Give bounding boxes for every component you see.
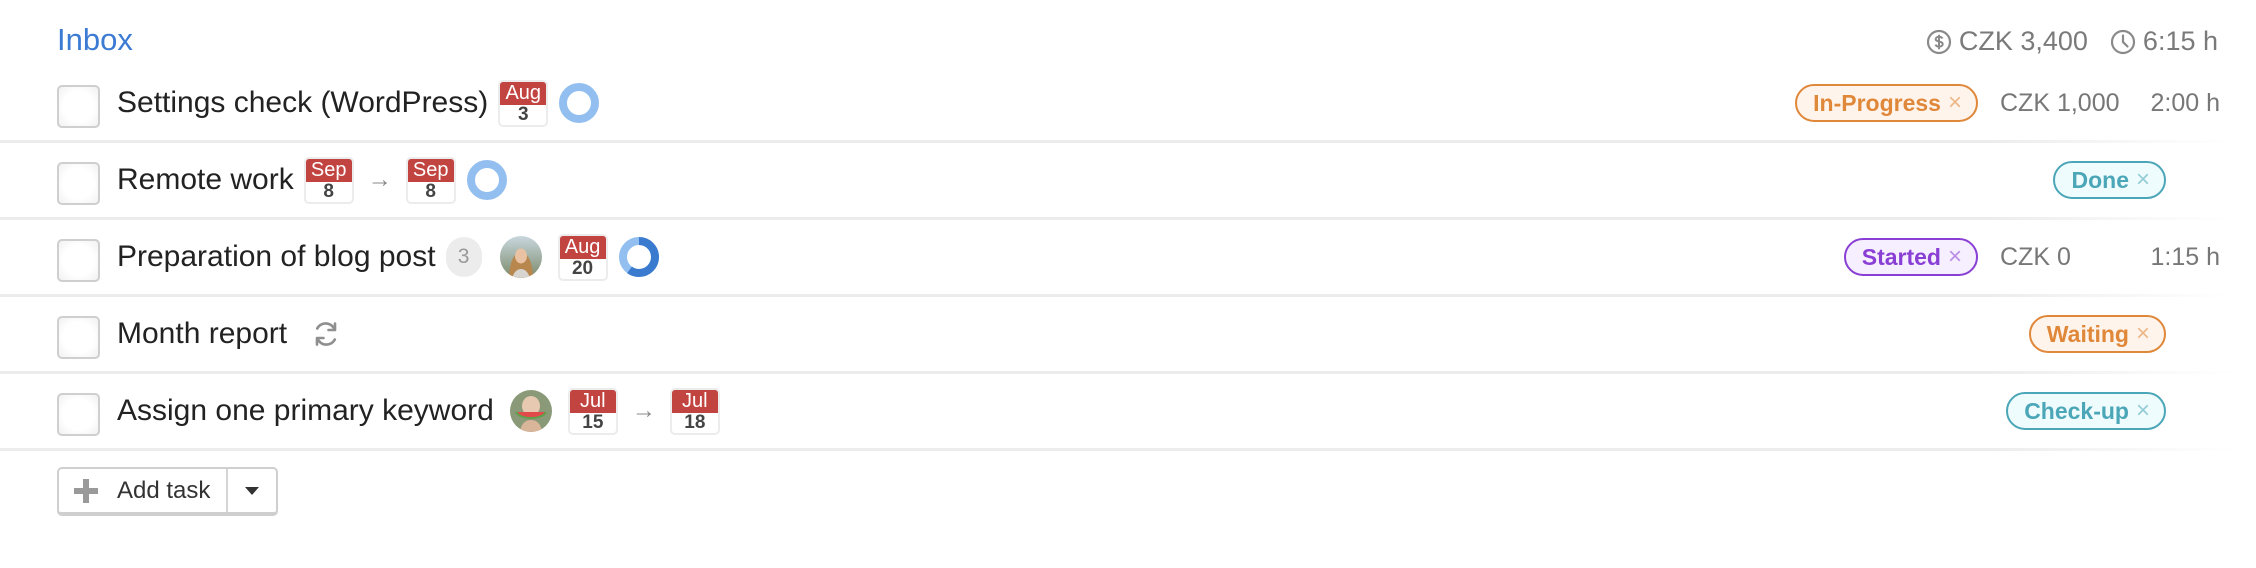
progress-ring-icon (466, 160, 507, 200)
remove-tag-icon[interactable]: × (2136, 166, 2150, 194)
status-tag[interactable]: Started × (1843, 238, 1978, 276)
status-tag-label: Started (1861, 243, 1941, 270)
plus-icon (74, 478, 98, 503)
task-meta: Done × (2053, 143, 2166, 217)
remove-tag-icon[interactable]: × (2136, 397, 2150, 425)
remove-tag-icon[interactable]: × (2136, 320, 2150, 348)
status-tag[interactable]: Waiting × (2028, 315, 2166, 353)
status-tag[interactable]: Check-up × (2006, 392, 2166, 430)
date-day: 8 (425, 180, 436, 202)
date-month: Sep (305, 158, 352, 182)
task-time: 2:00 h (2150, 88, 2220, 117)
assignee-avatar[interactable] (509, 390, 552, 432)
status-tag-label: In-Progress (1813, 89, 1941, 116)
task-title[interactable]: Settings check (WordPress) (117, 86, 488, 120)
comment-count-badge[interactable]: 3 (445, 237, 482, 277)
task-title[interactable]: Preparation of blog post (117, 240, 436, 274)
date-day: 20 (571, 257, 594, 279)
task-cost: CZK 1,000 (2000, 88, 2120, 117)
progress-ring-icon (618, 237, 659, 277)
task-row[interactable]: Remote work Sep 8 → Sep 8 Done × (0, 143, 2256, 220)
task-title[interactable]: Month report (117, 317, 287, 351)
task-main: Preparation of blog post 3 Aug 20 (117, 220, 660, 294)
add-task-label: Add task (117, 476, 211, 504)
date-month: Aug (500, 81, 547, 105)
date-month: Aug (559, 235, 606, 259)
task-meta: In-Progress × CZK 1,000 2:00 h (1795, 66, 2220, 140)
caret-down-icon (245, 486, 260, 495)
arrow-right-icon: → (631, 397, 656, 424)
list-title[interactable]: Inbox (57, 22, 133, 58)
status-tag-label: Check-up (2024, 397, 2129, 424)
total-time-value: 6:15 h (2142, 26, 2218, 56)
task-main: Assign one primary keyword Jul 15 → Jul … (117, 374, 728, 448)
add-task-button[interactable]: Add task (59, 469, 226, 512)
task-row[interactable]: Settings check (WordPress) Aug 3 In-Prog… (0, 66, 2256, 143)
date-day: 8 (323, 180, 334, 202)
list-summary: CZK 3,400 6:15 h (1904, 26, 2218, 57)
remove-tag-icon[interactable]: × (1948, 243, 1962, 271)
task-title[interactable]: Assign one primary keyword (117, 394, 494, 428)
date-day: 18 (684, 411, 706, 433)
due-date-badge[interactable]: Sep 8 (405, 156, 456, 204)
progress-ring-icon (559, 83, 600, 123)
total-time: 6:15 h (2110, 26, 2218, 57)
task-title[interactable]: Remote work (117, 163, 294, 197)
task-row[interactable]: Preparation of blog post 3 Aug 20 Starte… (0, 220, 2256, 297)
task-row[interactable]: Assign one primary keyword Jul 15 → Jul … (0, 374, 2256, 451)
task-checkbox[interactable] (57, 85, 100, 128)
assignee-avatar[interactable] (499, 236, 542, 278)
status-tag-label: Waiting (2046, 320, 2129, 347)
task-time: 1:15 h (2150, 242, 2220, 271)
dollar-circle-icon (1926, 29, 1951, 54)
task-meta: Started × CZK 0 1:15 h (1843, 220, 2220, 294)
status-tag[interactable]: Done × (2053, 161, 2166, 199)
status-tag-label: Done (2071, 166, 2129, 193)
task-main: Settings check (WordPress) Aug 3 (117, 66, 600, 140)
task-main: Remote work Sep 8 → Sep 8 (117, 143, 508, 217)
arrow-right-icon: → (367, 166, 392, 193)
status-tag[interactable]: In-Progress × (1795, 84, 1978, 122)
task-list: Settings check (WordPress) Aug 3 In-Prog… (0, 66, 2256, 451)
task-checkbox[interactable] (57, 393, 100, 436)
due-date-badge[interactable]: Aug 20 (557, 233, 608, 281)
due-date-badge[interactable]: Jul 18 (669, 387, 720, 435)
task-row[interactable]: Month report Waiting × (0, 297, 2256, 374)
remove-tag-icon[interactable]: × (1948, 89, 1962, 117)
recurring-icon (315, 322, 337, 346)
start-date-badge[interactable]: Jul 15 (567, 387, 618, 435)
task-cost: CZK 0 (2000, 242, 2071, 271)
date-day: 3 (517, 103, 529, 125)
total-cost: CZK 3,400 (1926, 26, 2088, 57)
start-date-badge[interactable]: Sep 8 (303, 156, 354, 204)
date-month: Jul (671, 389, 718, 413)
due-date-badge[interactable]: Aug 3 (498, 79, 549, 127)
clock-icon (2110, 29, 2136, 54)
date-day: 15 (582, 411, 604, 433)
total-cost-value: CZK 3,400 (1958, 26, 2088, 56)
task-meta: Check-up × (2006, 374, 2166, 448)
task-checkbox[interactable] (57, 239, 100, 282)
avatar-watermelon-image (509, 390, 552, 432)
task-meta: Waiting × (2028, 297, 2166, 371)
add-task-dropdown-button[interactable] (226, 469, 276, 512)
add-task-control: Add task (57, 467, 279, 516)
date-month: Sep (407, 158, 454, 182)
task-checkbox[interactable] (57, 316, 100, 359)
task-main: Month report (117, 297, 343, 371)
task-checkbox[interactable] (57, 162, 100, 205)
avatar-woman-image (499, 236, 542, 278)
date-month: Jul (569, 389, 616, 413)
